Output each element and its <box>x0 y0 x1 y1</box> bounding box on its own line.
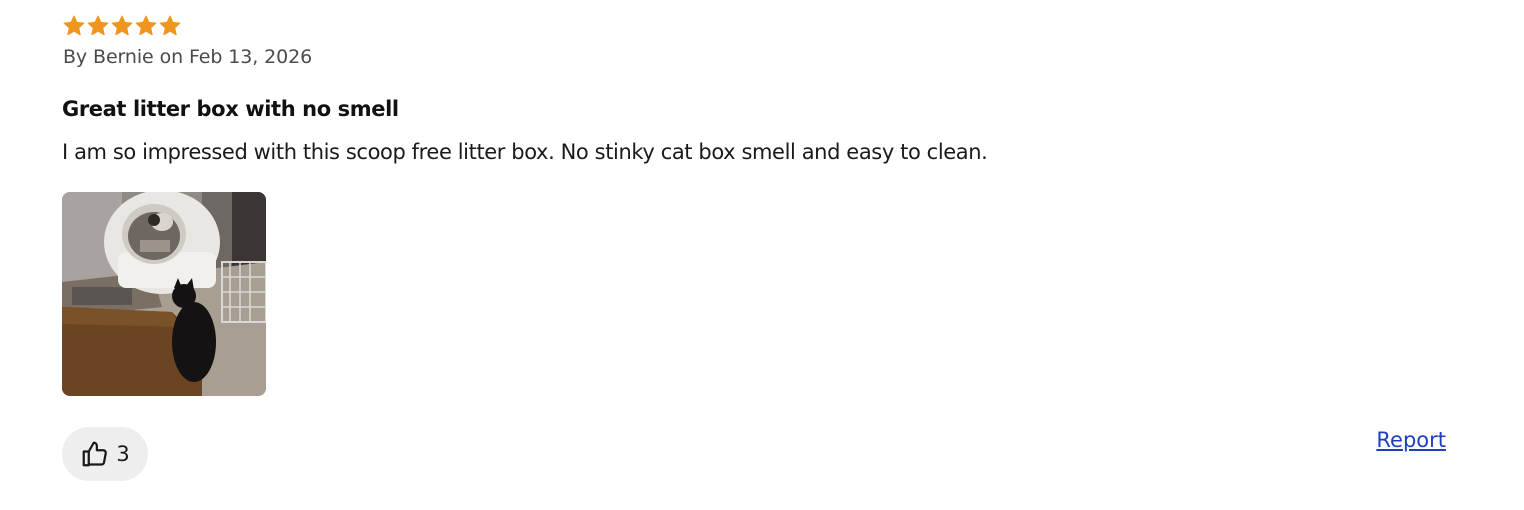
review-byline: By Bernie on Feb 13, 2026 <box>63 46 313 68</box>
review-body: I am so impressed with this scoop free l… <box>62 140 988 164</box>
star-icon <box>110 14 134 38</box>
report-link[interactable]: Report <box>1376 428 1446 452</box>
star-rating <box>62 14 182 38</box>
thumbs-up-icon <box>80 439 110 469</box>
review-photo <box>62 192 266 396</box>
star-icon <box>158 14 182 38</box>
star-icon <box>134 14 158 38</box>
review-card: By Bernie on Feb 13, 2026 Great litter b… <box>0 0 1524 510</box>
review-title: Great litter box with no smell <box>62 97 399 121</box>
helpful-count: 3 <box>116 442 130 466</box>
helpful-button[interactable]: 3 <box>62 427 148 481</box>
star-icon <box>86 14 110 38</box>
review-photo-thumbnail[interactable] <box>62 192 266 396</box>
star-icon <box>62 14 86 38</box>
